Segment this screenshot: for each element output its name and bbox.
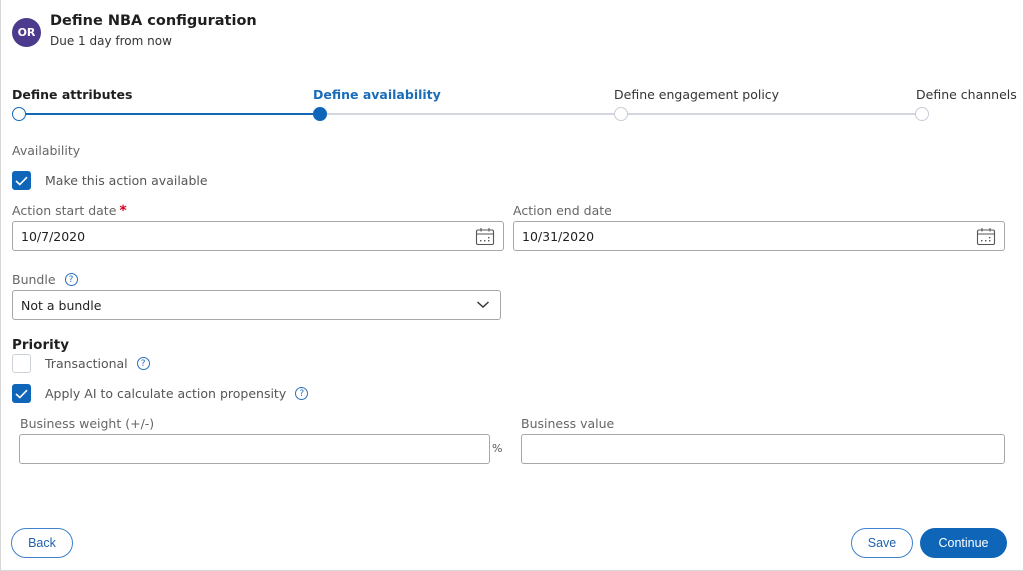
make-available-label: Make this action available — [45, 173, 208, 188]
chevron-down-icon — [477, 301, 489, 308]
step-define-engagement-policy[interactable]: Define engagement policy — [614, 87, 779, 102]
apply-ai-label: Apply AI to calculate action propensity — [45, 386, 287, 401]
step-dot-upcoming[interactable] — [915, 107, 929, 121]
end-date-label: Action end date — [513, 203, 612, 218]
business-weight-input[interactable] — [19, 434, 490, 464]
make-available-row: Make this action available — [12, 171, 208, 190]
check-icon — [15, 389, 28, 399]
percent-unit: % — [492, 442, 503, 455]
check-icon — [15, 176, 28, 186]
priority-heading: Priority — [12, 337, 69, 353]
bundle-label: Bundle ? — [12, 272, 78, 287]
start-date-label-text: Action start date — [12, 203, 117, 218]
availability-section-label: Availability — [12, 143, 81, 158]
due-status: Due 1 day from now — [50, 34, 172, 48]
help-icon[interactable]: ? — [295, 387, 309, 400]
step-dot-current[interactable] — [313, 107, 327, 121]
back-button[interactable]: Back — [11, 528, 73, 558]
apply-ai-checkbox[interactable] — [12, 384, 31, 403]
continue-button[interactable]: Continue — [920, 528, 1007, 558]
save-button[interactable]: Save — [851, 528, 913, 558]
end-date-input[interactable]: 10/31/2020 — [513, 221, 1005, 251]
help-icon[interactable]: ? — [136, 357, 150, 370]
make-available-checkbox[interactable] — [12, 171, 31, 190]
business-weight-label: Business weight (+/-) — [20, 416, 155, 431]
end-date-value: 10/31/2020 — [522, 228, 595, 244]
avatar: OR — [12, 18, 41, 47]
business-value-label: Business value — [521, 416, 615, 431]
bundle-select[interactable]: Not a bundle — [12, 290, 501, 320]
case-header: OR Define NBA configuration Due 1 day fr… — [12, 12, 257, 48]
start-date-value: 10/7/2020 — [21, 228, 86, 244]
bundle-label-text: Bundle — [12, 272, 56, 287]
start-date-input[interactable]: 10/7/2020 — [12, 221, 504, 251]
transactional-row: Transactional ? — [12, 354, 150, 373]
transactional-checkbox[interactable] — [12, 354, 31, 373]
stepper: Define attributes Define availability De… — [0, 86, 1024, 126]
step-define-availability[interactable]: Define availability — [313, 87, 441, 102]
apply-ai-row: Apply AI to calculate action propensity … — [12, 384, 309, 403]
step-dot-upcoming[interactable] — [614, 107, 628, 121]
required-marker: * — [119, 203, 127, 219]
transactional-label: Transactional — [45, 356, 128, 371]
bundle-selected-value: Not a bundle — [21, 297, 102, 313]
page-title: Define NBA configuration — [50, 13, 257, 29]
step-define-attributes[interactable]: Define attributes — [12, 87, 132, 102]
calendar-icon[interactable] — [976, 227, 996, 246]
step-dot-completed[interactable] — [12, 107, 26, 121]
step-define-channels[interactable]: Define channels — [916, 87, 1017, 102]
business-value-input[interactable] — [521, 434, 1005, 464]
help-icon[interactable]: ? — [64, 273, 78, 286]
stepper-track-completed — [19, 113, 320, 115]
start-date-label: Action start date * — [12, 203, 127, 219]
calendar-icon[interactable] — [475, 227, 495, 246]
